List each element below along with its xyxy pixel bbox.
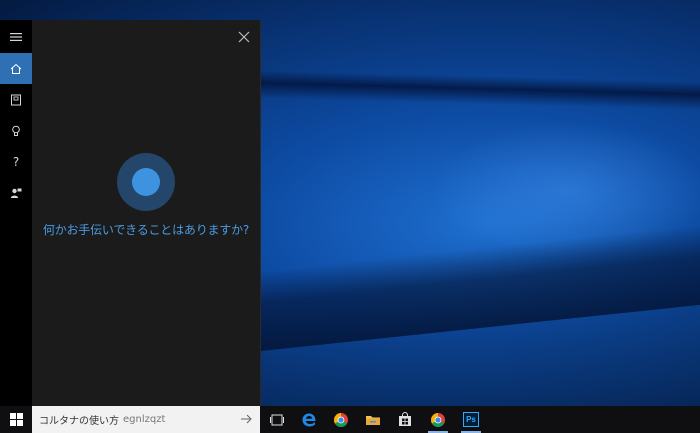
- notebook-icon: [11, 94, 21, 105]
- cortana-greeting: 何かお手伝いできることはありますか?: [42, 223, 250, 237]
- feedback-button[interactable]: [0, 177, 32, 208]
- windows-logo-icon: [9, 413, 23, 426]
- cortana-side-rail: ?: [0, 20, 32, 406]
- file-explorer-button[interactable]: [359, 406, 387, 433]
- cortana-panel: ? 何かお手伝いできることはありますか?: [0, 20, 261, 406]
- search-input[interactable]: コルタナの使い方 egnlzqzt: [32, 406, 260, 433]
- task-view-button[interactable]: [263, 406, 291, 433]
- store-icon: [399, 411, 411, 426]
- chrome-icon: [334, 412, 348, 427]
- store-button[interactable]: [391, 406, 419, 433]
- start-button[interactable]: [0, 406, 32, 433]
- chrome-icon: [431, 412, 445, 427]
- search-value: egnlzqzt: [123, 414, 166, 425]
- chrome-running-button[interactable]: [424, 406, 452, 433]
- lightbulb-icon: [12, 125, 20, 136]
- feedback-icon: [10, 188, 22, 198]
- photoshop-icon: Ps: [463, 412, 479, 427]
- home-icon: [10, 63, 22, 74]
- taskbar: コルタナの使い方 egnlzqzt Ps: [0, 406, 700, 433]
- task-view-icon: [270, 414, 284, 425]
- close-icon: [238, 31, 250, 43]
- notebook-button[interactable]: [0, 84, 32, 115]
- edge-icon: [302, 413, 316, 426]
- home-button[interactable]: [0, 53, 32, 84]
- cortana-orb-core: [132, 168, 160, 196]
- help-button[interactable]: ?: [0, 146, 32, 177]
- cortana-orb: [117, 153, 175, 211]
- folder-icon: [366, 415, 380, 425]
- tips-button[interactable]: [0, 115, 32, 146]
- menu-button[interactable]: [0, 21, 32, 52]
- photoshop-icon-label: Ps: [466, 415, 476, 424]
- submit-arrow-icon[interactable]: [240, 413, 252, 425]
- photoshop-button[interactable]: Ps: [457, 406, 485, 433]
- wallpaper-beam: [260, 70, 700, 110]
- hamburger-icon: [10, 32, 22, 41]
- chrome-button[interactable]: [327, 406, 355, 433]
- close-button[interactable]: [236, 29, 252, 45]
- help-icon: ?: [12, 154, 20, 169]
- search-label: コルタナの使い方: [39, 416, 119, 427]
- edge-button[interactable]: [295, 406, 323, 433]
